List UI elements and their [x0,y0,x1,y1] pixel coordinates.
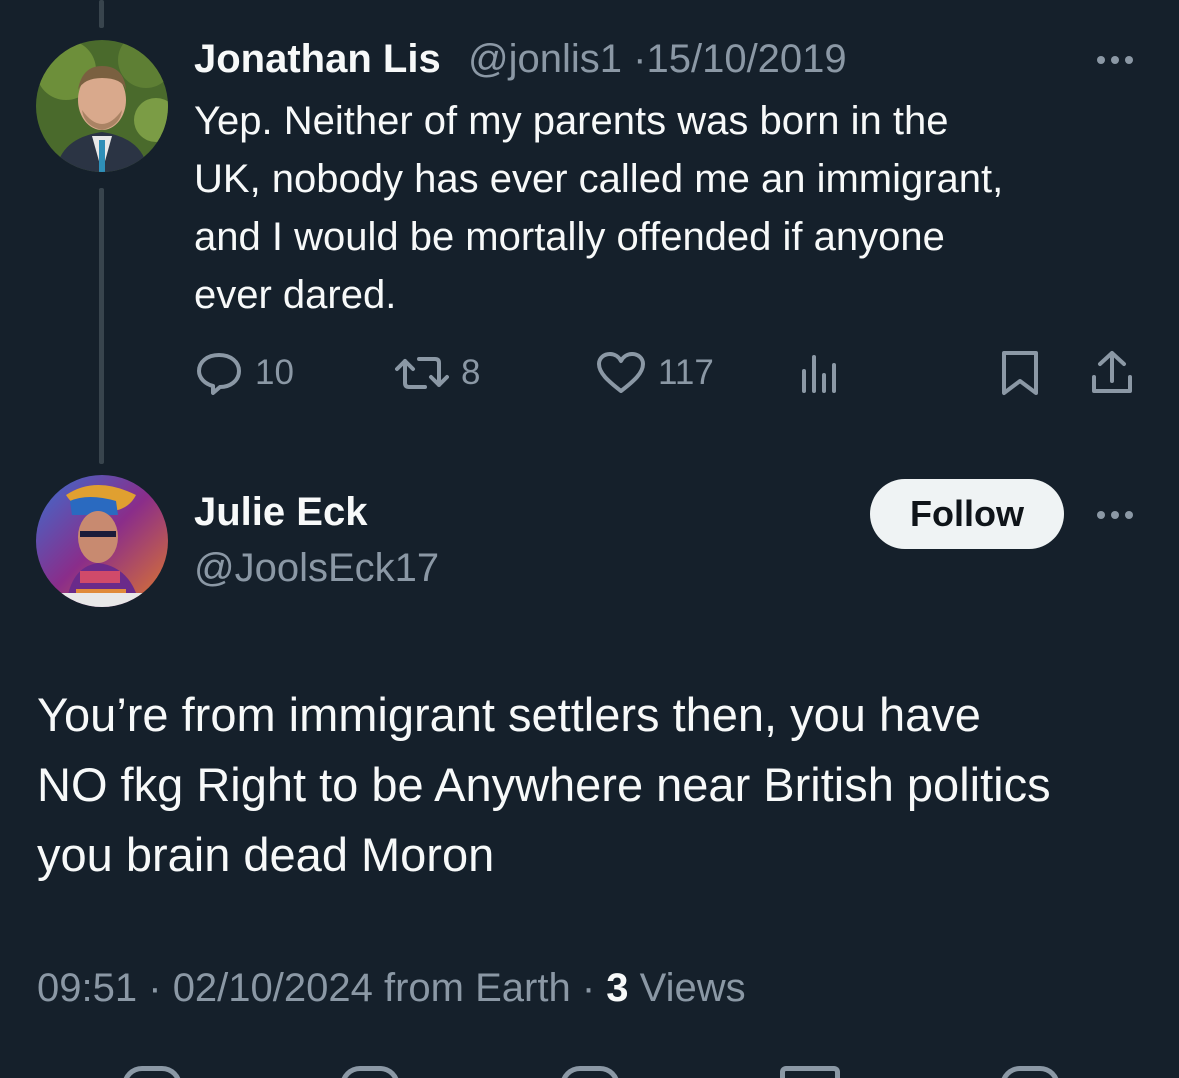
like-count: 117 [658,353,714,392]
views-button[interactable] [800,351,840,395]
share-icon[interactable] [1000,1066,1060,1078]
main-tweet-text: You’re from immigrant settlers then, you… [37,680,1157,890]
repost-button[interactable]: 8 [395,351,480,395]
tweet-thread-view: Jonathan Lis @jonlis1 ·15/10/2019 Yep. N… [0,0,1179,1078]
more-icon[interactable] [1097,56,1133,64]
views-count: 3 [606,966,629,1010]
parent-handle[interactable]: @jonlis1 [468,37,622,81]
more-icon[interactable] [1097,511,1133,519]
reply-icon[interactable] [122,1066,182,1078]
repost-count: 8 [461,353,481,392]
parent-action-bar: 10 8 117 [0,345,1179,401]
tweet-date-location[interactable]: 02/10/2024 from Earth [173,966,571,1010]
share-button[interactable] [1088,349,1136,397]
parent-date[interactable]: 15/10/2019 [646,37,846,81]
meta-separator: · [581,966,596,1010]
thread-connector [99,188,104,464]
share-icon [1092,351,1132,393]
parent-handle-date[interactable]: @jonlis1 ·15/10/2019 [468,37,847,82]
views-label: Views [639,966,746,1010]
thread-connector-top [99,0,104,28]
main-text-line: you brain dead Moron [37,828,495,881]
avatar-jonathan-lis[interactable] [36,40,168,172]
parent-tweet-text: Yep. Neither of my parents was born in t… [194,92,1144,324]
follow-button[interactable]: Follow [870,479,1064,549]
parent-text-line: ever dared. [194,273,397,317]
reply-count: 10 [255,353,294,392]
bookmark-button[interactable] [1000,349,1040,397]
reply-icon [197,353,241,395]
tweet-time[interactable]: 09:51 [37,966,137,1010]
main-text-line: NO fkg Right to be Anywhere near British… [37,758,1051,811]
main-display-name[interactable]: Julie Eck [194,490,367,535]
heart-icon[interactable] [560,1066,620,1078]
bookmark-icon[interactable] [780,1066,840,1078]
main-handle[interactable]: @JoolsEck17 [194,546,439,591]
like-button[interactable]: 117 [596,351,714,395]
meta-separator: · [148,966,162,1010]
analytics-icon [802,355,836,393]
parent-text-line: Yep. Neither of my parents was born in t… [194,99,949,143]
main-text-line: You’re from immigrant settlers then, you… [37,688,981,741]
tweet-timestamp-row: 09:51 · 02/10/2024 from Earth · 3 Views [37,966,746,1011]
repost-icon[interactable] [340,1066,400,1078]
parent-text-line: UK, nobody has ever called me an immigra… [194,157,1004,201]
repost-icon [395,357,449,389]
meta-separator: · [633,37,647,81]
parent-display-name[interactable]: Jonathan Lis [194,37,441,82]
parent-text-line: and I would be mortally offended if anyo… [194,215,945,259]
avatar-julie-eck[interactable] [36,475,168,607]
reply-button[interactable]: 10 [195,351,294,395]
main-action-bar-partial [0,1058,1179,1078]
bookmark-icon [1002,351,1038,395]
heart-icon [597,352,645,393]
